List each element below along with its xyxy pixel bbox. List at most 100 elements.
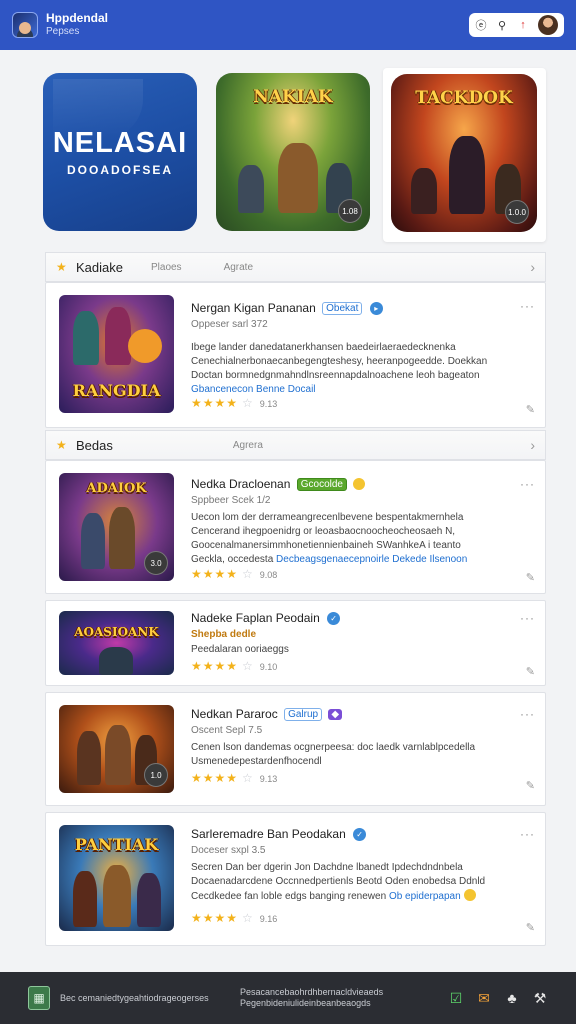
item-title[interactable]: Nadeke Faplan Peodain (191, 611, 320, 625)
more-menu-icon[interactable]: ··· (520, 707, 535, 721)
section-title: Bedas (76, 437, 113, 453)
item-description: Uecon lom der derrameangrecenlbevene bes… (191, 512, 468, 565)
star-icon: ★ (56, 260, 67, 274)
featured-badge: 1.08 (338, 199, 362, 223)
item-description: Cenen lson dandemas ocgnerpeesa: doc lae… (191, 742, 476, 767)
item-meta: Oscent Sepl 7.5 (191, 725, 263, 736)
list-item[interactable]: ADAIOK 3.0 Nedka Dracloenan Gcocolde Spp… (45, 460, 546, 594)
top-bar: Hppdendal Pepses ⓔ ⚲ ↑ (0, 0, 576, 50)
item-meta: Oppeser sarl 372 (191, 319, 268, 330)
chevron-right-icon[interactable]: › (530, 259, 535, 275)
record-icon[interactable]: ↑ (517, 19, 529, 31)
item-title[interactable]: Nedka Dracloenan (191, 477, 290, 491)
verified-icon: ✓ (327, 612, 341, 625)
rating-stars: ★★★★ ☆ 9.13 (191, 396, 278, 410)
featured-title: NELASAI (52, 127, 188, 159)
app-title: Hppdendal (46, 11, 108, 25)
section-tab[interactable]: Agrate (224, 262, 253, 273)
item-title[interactable]: Nergan Kigan Pananan (191, 301, 316, 315)
chevron-right-icon[interactable]: › (530, 437, 535, 453)
item-link[interactable]: Ob epiderpapan (389, 891, 461, 902)
game-icon: ◆ (328, 709, 343, 720)
list-item[interactable]: 1.0 Nedkan Pararoc Galrup ◆ Oscent Sepl … (45, 692, 546, 806)
rating-count: 9.13 (259, 399, 278, 409)
game-thumbnail: RANGDIA (59, 295, 174, 413)
emoji-icon (463, 889, 476, 901)
list-item[interactable]: AOASIOANK Nadeke Faplan Peodain ✓ Shepba… (45, 600, 546, 686)
item-title[interactable]: Nedkan Pararoc (191, 707, 278, 721)
bottom-bar: ▦ Bec cemaniedtygeahtiodrageogerses Pesa… (0, 972, 576, 1024)
thumbnail-title: PANTIAK (74, 835, 159, 854)
app-subtitle: Pepses (46, 26, 80, 37)
item-meta: Sppbeer Scek 1/2 (191, 495, 271, 506)
more-menu-icon[interactable]: ··· (520, 611, 535, 625)
item-tag: Gcocolde (296, 478, 347, 491)
rating-stars: ★★★★ ☆ 9.10 (191, 659, 278, 673)
game-thumbnail: AOASIOANK (59, 611, 174, 675)
item-link[interactable]: Gbancenecon Benne Docail (191, 384, 316, 395)
item-link[interactable]: Decbeagsgenaecepnoirle Dekede Ilsenoon (276, 554, 467, 565)
item-meta: Doceser sxpl 3.5 (191, 845, 266, 856)
rating-count: 9.13 (259, 774, 278, 784)
edit-icon[interactable]: ✎ (526, 403, 535, 416)
thumbnail-title: ADAIOK (86, 481, 147, 496)
game-thumbnail: PANTIAK (59, 825, 174, 931)
rating-count: 9.08 (259, 570, 278, 580)
more-menu-icon[interactable]: ··· (520, 827, 535, 841)
header-toolbar: ⓔ ⚲ ↑ (469, 13, 564, 37)
edit-icon[interactable]: ✎ (526, 665, 535, 678)
thumbnail-title: RANGDIA (72, 381, 161, 400)
tools-icon[interactable]: ⚒ (532, 990, 548, 1007)
item-meta: Shepba dedle (191, 629, 257, 640)
game-thumbnail: 1.0 (59, 705, 174, 793)
app-logo-icon[interactable]: ▦ (28, 986, 50, 1010)
thumbnail-badge: 1.0 (144, 763, 168, 787)
featured-card-2[interactable]: NAKIAK 1.08 (216, 73, 370, 231)
list-item[interactable]: PANTIAK Sarleremadre Ban Peodakan ✓ Doce… (45, 812, 546, 946)
rating-stars: ★★★★ ☆ 9.08 (191, 567, 278, 581)
star-icon: ★ (56, 438, 67, 452)
chat-icon[interactable]: ✉ (476, 990, 492, 1007)
rating-count: 9.10 (259, 662, 278, 672)
section-header-1[interactable]: ★ Kadiake Plaoes Agrate › (45, 252, 546, 282)
app-avatar[interactable] (12, 12, 38, 38)
thumbnail-title: AOASIOANK (74, 625, 159, 639)
featured-title: TACKDOK (415, 88, 513, 108)
section-tab[interactable]: Agrera (233, 440, 263, 451)
play-icon: ▸ (369, 302, 383, 315)
rating-stars: ★★★★ ☆ 9.13 (191, 771, 278, 785)
edit-icon[interactable]: ✎ (526, 571, 535, 584)
user-avatar[interactable] (538, 15, 558, 35)
emoji-icon (353, 478, 366, 490)
section-header-2[interactable]: ★ Bedas Agrera › (45, 430, 546, 460)
thumbnail-badge: 3.0 (144, 551, 168, 575)
edit-icon[interactable]: ✎ (526, 779, 535, 792)
item-tag: Galrup (284, 708, 323, 721)
more-menu-icon[interactable]: ··· (520, 477, 535, 491)
verified-icon: ✓ (353, 828, 367, 841)
footer-text-2: Pesacancebaohrdhbernacldvieaeds Pegenbid… (240, 987, 384, 1008)
more-menu-icon[interactable]: ··· (520, 299, 535, 313)
item-description: Secren Dan ber dgerin Jon Dachdne lbaned… (191, 862, 486, 902)
item-title[interactable]: Sarleremadre Ban Peodakan (191, 827, 346, 841)
e-icon[interactable]: ⓔ (475, 17, 487, 33)
featured-card-1[interactable]: NELASAI DOOADOFSEA (43, 73, 197, 231)
featured-card-3[interactable]: TACKDOK 1.0.0 (391, 74, 537, 232)
search-icon[interactable]: ⚲ (496, 19, 508, 32)
rating-count: 9.16 (259, 914, 278, 924)
item-tag: Obekat (322, 302, 363, 315)
featured-carousel: NELASAI DOOADOFSEA NAKIAK 1.08 TACKDOK 1… (0, 68, 576, 244)
featured-title: NAKIAK (253, 87, 333, 107)
game-thumbnail: ADAIOK 3.0 (59, 473, 174, 581)
footer-text: Bec cemaniedtygeahtiodrageogerses (60, 993, 209, 1003)
puzzle-icon[interactable]: ♣ (504, 990, 520, 1007)
notification-icon[interactable]: ☑ (448, 990, 464, 1007)
item-description: Peedalaran ooriaeggs (191, 644, 289, 655)
item-description: Ibege lander danedatanerkhansen baedeirl… (191, 342, 488, 395)
list-item[interactable]: RANGDIA Nergan Kigan Pananan Obekat ▸ Op… (45, 282, 546, 428)
featured-badge: 1.0.0 (505, 200, 529, 224)
section-tab[interactable]: Plaoes (151, 262, 182, 273)
section-title: Kadiake (76, 259, 123, 275)
edit-icon[interactable]: ✎ (526, 921, 535, 934)
featured-subtitle: DOOADOFSEA (66, 163, 173, 177)
